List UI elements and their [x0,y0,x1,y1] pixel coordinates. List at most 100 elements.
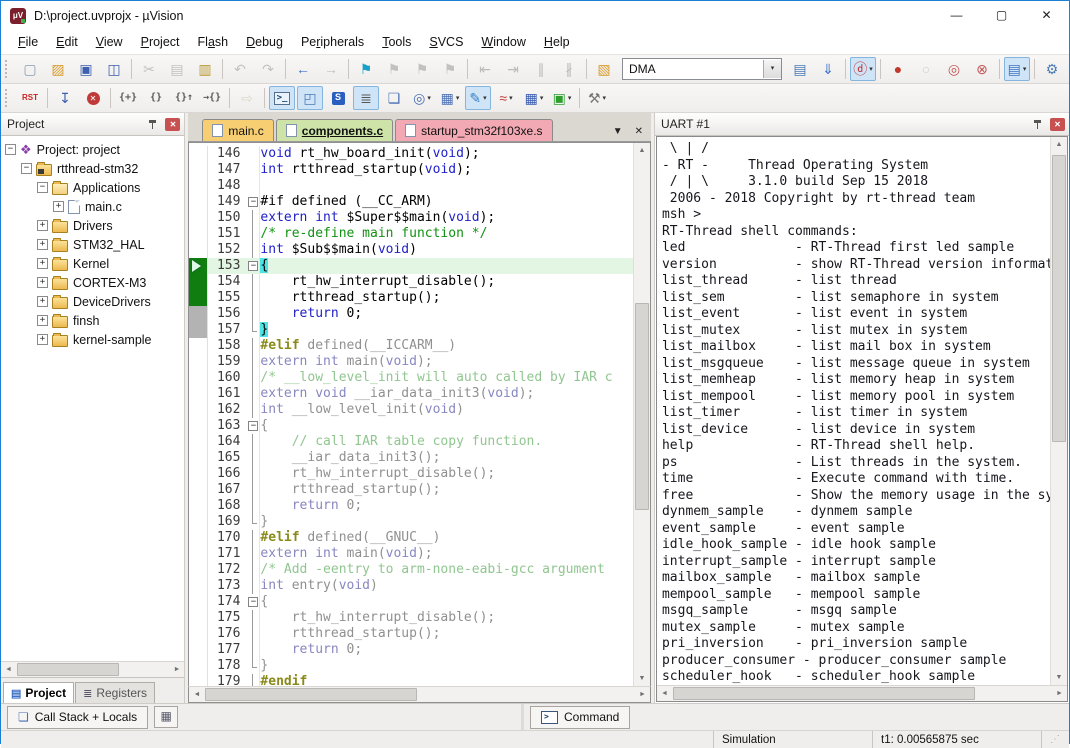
expand-box[interactable]: + [37,258,48,269]
close-panel-button[interactable]: ✕ [165,118,180,131]
tree-node-devicedrivers[interactable]: +DeviceDrivers [1,292,184,311]
code-line-169[interactable]: 169} [189,514,633,530]
options-for-target-button[interactable]: ▤ [787,57,813,81]
registers-window-button[interactable]: ≣ [353,86,379,110]
configure-button[interactable]: ⚙ [1039,57,1065,81]
minimize-button[interactable]: — [934,1,979,30]
code-line-165[interactable]: 165 __iar_data_init3(); [189,450,633,466]
scroll-up-icon[interactable]: ▲ [634,143,650,158]
code-line-174[interactable]: 174{ [189,594,633,610]
kill-all-breakpoints-button[interactable]: ⊗ [969,57,995,81]
stop-button[interactable]: ✕ [80,86,106,110]
code-line-168[interactable]: 168 return 0; [189,498,633,514]
pin-icon[interactable] [148,119,157,130]
scroll-right-icon[interactable]: ► [635,687,650,702]
scroll-left-icon[interactable]: ◄ [1,662,16,677]
toolbox-button[interactable]: ⚒▾ [584,86,610,110]
close-panel-button[interactable]: ✕ [1050,118,1065,131]
code-line-170[interactable]: 170#elif defined(__GNUC__) [189,530,633,546]
menu-flash[interactable]: Flash [189,30,238,54]
code-line-173[interactable]: 173int entry(void) [189,578,633,594]
find-in-files-button[interactable]: ⇓ [815,57,841,81]
reset-button[interactable]: RST [17,86,43,110]
menu-window[interactable]: Window [472,30,534,54]
tree-node-applications[interactable]: −Applications [1,178,184,197]
expand-box[interactable]: + [53,201,64,212]
disable-all-breakpoints-button[interactable]: ◎ [941,57,967,81]
menu-help[interactable]: Help [535,30,579,54]
uart-output[interactable]: \ | /- RT - Thread Operating System / | … [657,137,1050,685]
scroll-up-icon[interactable]: ▲ [1051,137,1067,152]
code-line-171[interactable]: 171extern int main(void); [189,546,633,562]
menu-project[interactable]: Project [132,30,189,54]
scrollbar-thumb[interactable] [673,687,975,700]
code-line-152[interactable]: 152int $Sub$$main(void) [189,242,633,258]
fold-collapse-box[interactable] [246,418,260,434]
tree-node-finsh[interactable]: +finsh [1,311,184,330]
expand-box[interactable]: + [37,334,48,345]
code-line-177[interactable]: 177 return 0; [189,642,633,658]
run-button[interactable]: ↧ [52,86,78,110]
uart-vscrollbar[interactable]: ▲ ▼ [1050,137,1067,685]
system-viewer-button[interactable]: ▣▾ [549,86,575,110]
code-line-154[interactable]: 154 rt_hw_interrupt_disable(); [189,274,633,290]
pin-icon[interactable] [1033,119,1042,130]
tree-node-rtthread-stm32[interactable]: −rtthread-stm32 [1,159,184,178]
scroll-right-icon[interactable]: ► [1052,686,1067,701]
code-line-178[interactable]: 178} [189,658,633,674]
start-stop-debug-button[interactable]: ⓓ▾ [850,57,876,81]
tab-registers[interactable]: ≣Registers [75,682,155,703]
scroll-left-icon[interactable]: ◄ [657,686,672,701]
scrollbar-thumb[interactable] [205,688,417,701]
expand-box[interactable]: + [37,277,48,288]
code-line-161[interactable]: 161extern void __iar_data_init3(void); [189,386,633,402]
menu-file[interactable]: File [9,30,47,54]
code-line-159[interactable]: 159extern int main(void); [189,354,633,370]
menu-edit[interactable]: Edit [47,30,87,54]
scrollbar-thumb[interactable] [635,303,649,510]
editor-tab-startup-stm32f103xe-s[interactable]: startup_stm32f103xe.s [395,119,552,141]
resize-grip[interactable]: ⋰ [1041,731,1069,748]
code-line-151[interactable]: 151/* re-define main function */ [189,226,633,242]
project-tree-hscrollbar[interactable]: ◄ ► [1,661,184,677]
code-line-156[interactable]: 156 return 0; [189,306,633,322]
new-file-button[interactable]: ▢ [17,57,43,81]
memory-window-button[interactable]: ▦ [154,706,178,728]
open-button[interactable]: ▨ [45,57,71,81]
code-line-176[interactable]: 176 rtthread_startup(); [189,626,633,642]
tab-project[interactable]: ▤Project [3,682,74,703]
code-line-163[interactable]: 163{ [189,418,633,434]
serial-windows-button[interactable]: ✎▾ [465,86,491,110]
fold-collapse-box[interactable] [246,258,260,274]
memory-windows-button[interactable]: ▦▾ [437,86,463,110]
save-button[interactable]: ▣ [73,57,99,81]
expand-box[interactable]: + [37,239,48,250]
scroll-left-icon[interactable]: ◄ [189,687,204,702]
menu-peripherals[interactable]: Peripherals [292,30,373,54]
code-line-157[interactable]: 157} [189,322,633,338]
window-layout-button[interactable]: ▤▾ [1004,57,1030,81]
code-line-167[interactable]: 167 rtthread_startup(); [189,482,633,498]
editor-tab-components-c[interactable]: components.c [276,119,393,141]
save-all-button[interactable]: ◫ [101,57,127,81]
code-line-148[interactable]: 148 [189,178,633,194]
menu-view[interactable]: View [87,30,132,54]
tree-node-kernel[interactable]: +Kernel [1,254,184,273]
step-over-button[interactable]: {} [143,86,169,110]
code-line-155[interactable]: 155 rtthread_startup(); [189,290,633,306]
menu-debug[interactable]: Debug [237,30,292,54]
insert-breakpoint-button[interactable]: ● [885,57,911,81]
step-out-button[interactable]: {}↑ [171,86,197,110]
collapse-box[interactable]: − [21,163,32,174]
tree-node-stm32-hal[interactable]: +STM32_HAL [1,235,184,254]
code-line-179[interactable]: 179#endif [189,674,633,686]
step-into-button[interactable]: {+} [115,86,141,110]
code-line-147[interactable]: 147int rtthread_startup(void); [189,162,633,178]
close-document-icon[interactable]: ✕ [635,126,643,137]
tree-node-cortex-m3[interactable]: +CORTEX-M3 [1,273,184,292]
code-line-150[interactable]: 150extern int $Super$$main(void); [189,210,633,226]
expand-box[interactable]: + [37,315,48,326]
code-line-160[interactable]: 160/* __low_level_init will auto called … [189,370,633,386]
scrollbar-thumb[interactable] [1052,155,1066,442]
run-to-cursor-button[interactable]: →{} [199,86,225,110]
